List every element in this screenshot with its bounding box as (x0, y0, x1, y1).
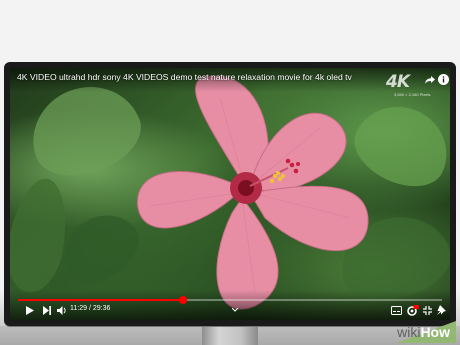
wikihow-watermark: wikiHow (380, 321, 456, 343)
quality-badge-subtitle: 3,840 × 2,160 Pixels (394, 92, 431, 97)
watermark-part-wiki: wiki (397, 324, 421, 340)
video-player[interactable]: 4K VIDEO ultrahd hdr sony 4K VIDEOS demo… (10, 68, 450, 320)
hibiscus-flower-image (137, 75, 369, 310)
settings-icon[interactable] (407, 305, 419, 316)
watermark-part-how: How (420, 324, 450, 340)
info-icon[interactable] (438, 74, 449, 85)
volume-icon[interactable] (57, 306, 67, 315)
next-icon[interactable] (43, 306, 51, 315)
miniplayer-icon[interactable] (423, 306, 432, 315)
watermark-text: wikiHow (397, 324, 450, 340)
chevron-icon[interactable] (232, 308, 238, 312)
share-icon[interactable] (425, 75, 435, 84)
video-title[interactable]: 4K VIDEO ultrahd hdr sony 4K VIDEOS demo… (17, 72, 352, 82)
monitor: 4K VIDEO ultrahd hdr sony 4K VIDEOS demo… (4, 62, 456, 326)
monitor-stand (202, 326, 258, 345)
pin-icon[interactable] (437, 305, 446, 315)
progress-fill (18, 299, 184, 301)
quality-badge: 4K (386, 72, 410, 92)
progress-bar[interactable] (18, 296, 442, 304)
captions-icon[interactable] (391, 306, 402, 315)
time-display: 11:29 / 29:36 (70, 305, 111, 312)
play-icon[interactable] (26, 306, 34, 315)
